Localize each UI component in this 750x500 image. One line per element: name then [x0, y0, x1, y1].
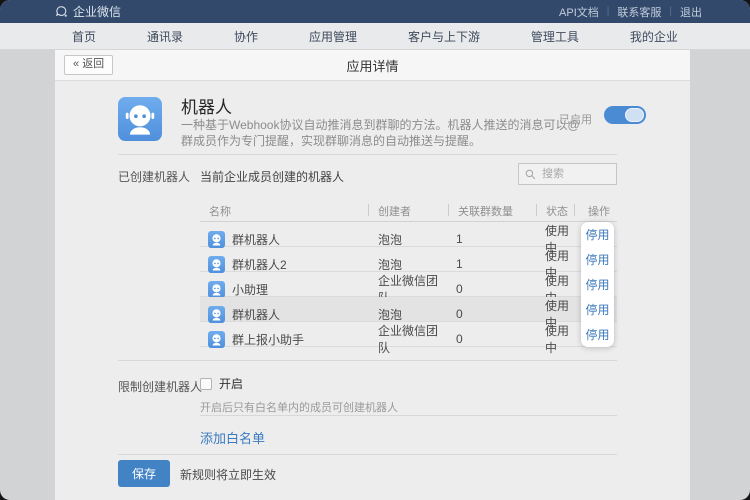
column-header-creator: 创建者 — [368, 203, 448, 219]
robot-icon — [208, 331, 225, 348]
cell-creator: 泡泡 — [368, 306, 448, 323]
robots-table: 名称 创建者 关联群数量 状态 操作 群机器人 泡泡 1 使用中 群机器 — [200, 200, 617, 347]
table-row: 群上报小助手 企业微信团队 0 使用中 — [200, 322, 617, 347]
table-row: 群机器人 泡泡 0 使用中 — [200, 297, 617, 322]
restrict-enable-row: 开启 — [200, 375, 243, 392]
column-header-name: 名称 — [200, 203, 368, 219]
robot-name: 小助理 — [232, 281, 268, 298]
nav-item-collaboration[interactable]: 协作 — [234, 28, 258, 45]
back-chevrons-icon: « — [73, 58, 79, 70]
topbar-link-contact-support[interactable]: 联系客服 — [609, 4, 669, 20]
cell-group-count: 1 — [448, 257, 536, 271]
robot-name: 群机器人2 — [232, 256, 287, 273]
nav-item-admin-tools[interactable]: 管理工具 — [531, 28, 579, 45]
action-cell: 停用 — [581, 322, 614, 347]
robot-icon — [208, 231, 225, 248]
cell-creator: 企业微信团队 — [368, 322, 448, 356]
divider — [118, 360, 617, 361]
cell-name: 群机器人2 — [200, 256, 368, 273]
divider — [118, 154, 617, 155]
cell-creator: 泡泡 — [368, 231, 448, 248]
navbar: 首页 通讯录 协作 应用管理 客户与上下游 管理工具 我的企业 — [0, 23, 750, 50]
back-label: 返回 — [82, 58, 104, 70]
divider — [200, 415, 617, 416]
page-header: « 返回 应用详情 — [55, 50, 690, 81]
action-column-spotlight: 停用 停用 停用 停用 停用 — [581, 222, 614, 347]
cell-name: 小助理 — [200, 281, 368, 298]
brand: 企业微信 — [55, 3, 121, 20]
topbar-link-logout[interactable]: 退出 — [672, 4, 710, 20]
app-enabled-toggle[interactable] — [604, 106, 646, 124]
search-box — [518, 163, 617, 185]
nav-item-contacts[interactable]: 通讯录 — [147, 28, 183, 45]
action-cell: 停用 — [581, 272, 614, 297]
nav-item-my-company[interactable]: 我的企业 — [630, 28, 678, 45]
column-header-groups: 关联群数量 — [448, 203, 536, 219]
action-cell: 停用 — [581, 297, 614, 322]
robot-name: 群上报小助手 — [232, 331, 304, 348]
restrict-enable-label: 开启 — [219, 375, 243, 392]
robot-app-avatar — [118, 97, 162, 141]
restrict-enable-checkbox[interactable] — [200, 378, 212, 390]
disable-button[interactable]: 停用 — [585, 226, 609, 243]
search-icon — [525, 169, 536, 180]
action-cell: 停用 — [581, 247, 614, 272]
page: « 返回 应用详情 机器人 一种基于Webhook协议自动推消息到群聊的方法。机… — [55, 50, 690, 500]
nav-item-app-management[interactable]: 应用管理 — [309, 28, 357, 45]
topbar-links: API文档 | 联系客服 | 退出 — [551, 4, 710, 20]
page-title: 应用详情 — [346, 56, 398, 75]
robot-name: 群机器人 — [232, 306, 280, 323]
topbar: 企业微信 API文档 | 联系客服 | 退出 — [0, 0, 750, 23]
disable-button[interactable]: 停用 — [585, 326, 609, 343]
divider — [118, 454, 617, 455]
column-header-status: 状态 — [536, 203, 574, 219]
restrict-note: 开启后只有白名单内的成员可创建机器人 — [200, 399, 398, 415]
brand-label: 企业微信 — [73, 3, 121, 20]
robot-icon — [208, 256, 225, 273]
app-description: 一种基于Webhook协议自动推消息到群聊的方法。机器人推送的消息可以@群成员作… — [181, 117, 591, 149]
table-row: 群机器人2 泡泡 1 使用中 — [200, 247, 617, 272]
search-input[interactable] — [540, 167, 610, 181]
cell-name: 群机器人 — [200, 231, 368, 248]
cell-group-count: 0 — [448, 282, 536, 296]
disable-button[interactable]: 停用 — [585, 251, 609, 268]
disable-button[interactable]: 停用 — [585, 301, 609, 318]
save-note: 新规则将立即生效 — [180, 466, 276, 483]
nav-items: 首页 通讯录 协作 应用管理 客户与上下游 管理工具 我的企业 — [72, 28, 678, 45]
restrict-robots-label: 限制创建机器人 — [118, 378, 202, 395]
cell-status: 使用中 — [536, 322, 574, 356]
created-robots-label: 已创建机器人 — [118, 168, 190, 185]
robot-icon — [208, 306, 225, 323]
column-header-action: 操作 — [574, 203, 617, 219]
back-button[interactable]: « 返回 — [64, 55, 113, 75]
cell-group-count: 0 — [448, 307, 536, 321]
table-header: 名称 创建者 关联群数量 状态 操作 — [200, 200, 617, 222]
toggle-knob — [625, 108, 644, 122]
topbar-link-api-docs[interactable]: API文档 — [551, 4, 607, 20]
cell-group-count: 0 — [448, 332, 536, 346]
robot-name: 群机器人 — [232, 231, 280, 248]
robot-icon — [208, 281, 225, 298]
cell-group-count: 1 — [448, 232, 536, 246]
table-row: 小助理 企业微信团队 0 使用中 — [200, 272, 617, 297]
disable-button[interactable]: 停用 — [585, 276, 609, 293]
add-whitelist-link[interactable]: 添加白名单 — [200, 428, 265, 447]
nav-item-customers[interactable]: 客户与上下游 — [408, 28, 480, 45]
app-window: 企业微信 API文档 | 联系客服 | 退出 首页 通讯录 协作 应用管理 客户… — [0, 0, 750, 500]
wecom-logo-icon — [55, 5, 68, 18]
nav-item-home[interactable]: 首页 — [72, 28, 96, 45]
app-name: 机器人 — [181, 93, 232, 118]
action-cell: 停用 — [581, 222, 614, 247]
cell-creator: 泡泡 — [368, 256, 448, 273]
save-button[interactable]: 保存 — [118, 460, 170, 487]
table-row: 群机器人 泡泡 1 使用中 — [200, 222, 617, 247]
created-robots-subtitle: 当前企业成员创建的机器人 — [200, 168, 344, 185]
cell-name: 群上报小助手 — [200, 331, 368, 348]
cell-name: 群机器人 — [200, 306, 368, 323]
enabled-status-label: 已启用 — [559, 111, 592, 127]
